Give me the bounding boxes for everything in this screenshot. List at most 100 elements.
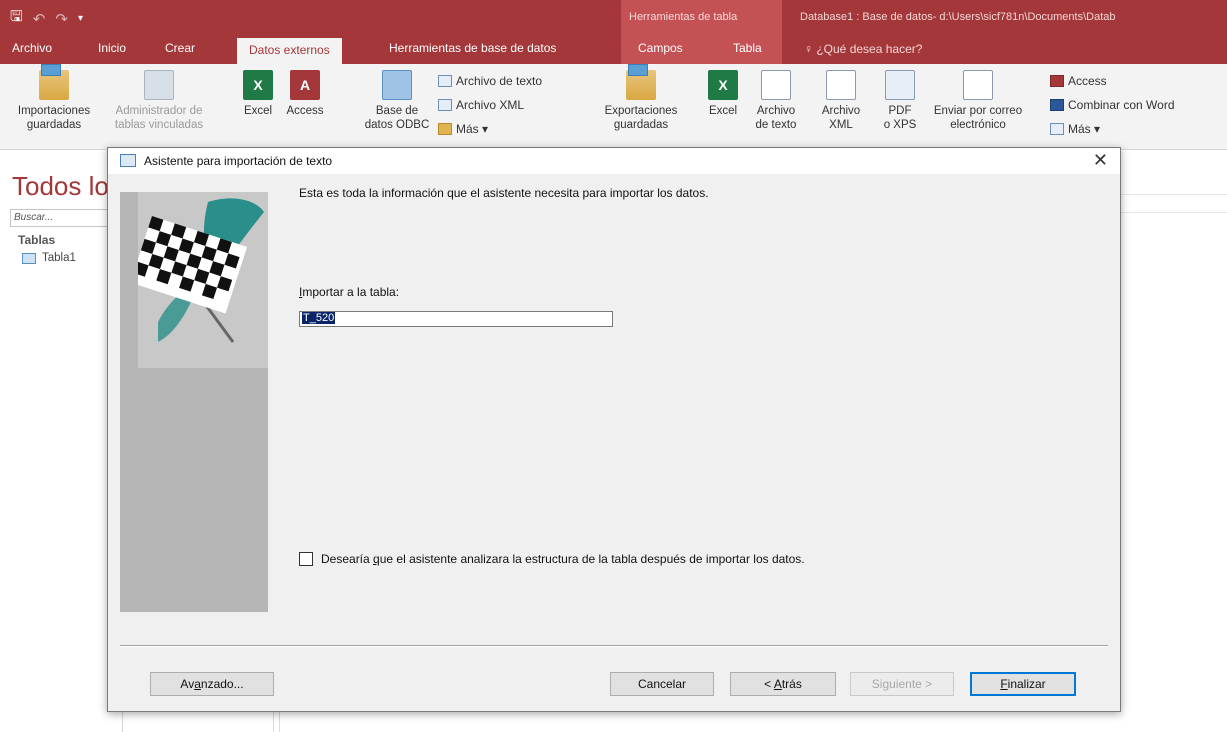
analyze-checkbox[interactable] (299, 552, 313, 566)
export-pdf-label-1: PDF (888, 105, 912, 117)
dialog-title-bar[interactable]: Asistente para importación de texto ✕ (108, 148, 1120, 174)
next-button[interactable]: Siguiente > (850, 672, 954, 696)
nav-group-tables[interactable]: Tablas (18, 233, 55, 247)
import-odbc-button[interactable]: Base de datos ODBC (362, 64, 432, 132)
export-access-label: Access (1068, 74, 1107, 88)
linked-table-manager-icon (144, 70, 174, 100)
tell-me-search[interactable]: ♀ ¿Qué desea hacer? (804, 42, 922, 56)
text-file-icon (438, 75, 452, 87)
save-icon[interactable]: 🖫 (10, 6, 23, 31)
advanced-label-key: a (194, 677, 201, 691)
title-bar: 🖫 ↶ ↷ ▾ Herramientas de tabla Database1 … (0, 0, 1227, 34)
nav-item-tabla1[interactable]: Tabla1 (22, 252, 76, 264)
merge-word-button[interactable]: Combinar con Word (1050, 98, 1175, 112)
checkered-flag-icon (130, 198, 264, 343)
cancel-button[interactable]: Cancelar (610, 672, 714, 696)
analyze-label-pre: Desearía (321, 552, 374, 566)
saved-exports-label-1: Exportaciones (604, 105, 678, 117)
import-table-input[interactable]: T_520 (299, 311, 613, 327)
import-more-label: Más ▾ (456, 122, 489, 136)
email-button[interactable]: Enviar por correo electrónico (928, 64, 1028, 132)
table-tools-label: Herramientas de tabla (629, 11, 738, 23)
dialog-separator (120, 645, 1108, 647)
odbc-label-1: Base de (375, 105, 419, 117)
import-access-button[interactable]: A Access (283, 64, 327, 118)
back-label-key: A (773, 677, 782, 691)
wizard-side-panel (120, 192, 268, 612)
import-table-label: Importar a la tabla: (299, 285, 399, 299)
table-icon (22, 252, 36, 264)
export-more-button[interactable]: Más ▾ (1050, 122, 1100, 136)
document-title: Database1 : Base de datos- d:\Users\sicf… (800, 11, 1116, 23)
email-label-2: electrónico (950, 119, 1006, 131)
export-xml-button[interactable]: Archivo XML (816, 64, 866, 132)
redo-icon[interactable]: ↷ (55, 10, 68, 28)
import-access-label: Access (286, 105, 324, 117)
more-export-icon (1050, 123, 1064, 135)
back-button[interactable]: < Atrás (730, 672, 836, 696)
tab-archivo[interactable]: Archivo (12, 41, 52, 55)
export-text-label-2: de texto (755, 119, 797, 131)
back-label-pre: < (764, 677, 774, 691)
saved-exports-label-2: guardadas (613, 119, 669, 131)
pdf-icon (885, 70, 915, 100)
export-more-label: Más ▾ (1068, 122, 1101, 136)
close-icon[interactable]: ✕ (1093, 150, 1108, 171)
export-excel-button[interactable]: X Excel (703, 64, 743, 118)
customize-qat-icon[interactable]: ▾ (78, 13, 83, 24)
import-table-value: T_520 (302, 312, 336, 324)
checkered-flag-image (130, 192, 268, 368)
export-pdf-button[interactable]: PDF o XPS (880, 64, 920, 132)
merge-word-label: Combinar con Word (1068, 98, 1175, 112)
email-icon (963, 70, 993, 100)
analyze-option[interactable]: Desearía que el asistente analizara la e… (299, 552, 805, 566)
advanced-button[interactable]: Avanzado... (150, 672, 274, 696)
saved-exports-button[interactable]: Exportaciones guardadas (596, 64, 686, 132)
import-excel-label: Excel (243, 105, 273, 117)
more-folder-icon (438, 123, 452, 135)
odbc-label-2: datos ODBC (364, 119, 430, 131)
analyze-label: Desearía que el asistente analizara la e… (321, 552, 805, 566)
ribbon-tabs: Archivo Inicio Crear Datos externos Herr… (0, 34, 1227, 64)
email-label-1: Enviar por correo (933, 105, 1023, 117)
text-import-wizard-dialog: Asistente para importación de texto ✕ Es… (107, 147, 1121, 712)
tab-datos-externos[interactable]: Datos externos (237, 38, 342, 64)
finish-button[interactable]: Finalizar (970, 672, 1076, 696)
finish-label-key: F (1000, 677, 1008, 691)
saved-exports-icon (626, 64, 656, 100)
tab-tabla[interactable]: Tabla (733, 41, 762, 55)
import-excel-button[interactable]: X Excel (240, 64, 276, 118)
tab-crear[interactable]: Crear (165, 41, 195, 55)
saved-imports-button[interactable]: Importaciones guardadas (6, 64, 102, 132)
analyze-label-rest: ue el asistente analizara la estructura … (379, 552, 805, 566)
nav-pane-title[interactable]: Todos lo (12, 171, 109, 202)
advanced-label-pre: Av (180, 677, 195, 691)
tab-herramientas-bd[interactable]: Herramientas de base de datos (389, 41, 556, 55)
text-export-icon (761, 70, 791, 100)
import-text-file-button[interactable]: Archivo de texto (438, 74, 542, 88)
export-text-button[interactable]: Archivo de texto (752, 64, 800, 132)
export-excel-label: Excel (708, 105, 738, 117)
analyze-label-accesskey: q (373, 552, 380, 566)
tab-campos[interactable]: Campos (638, 41, 683, 55)
dialog-title: Asistente para importación de texto (144, 154, 333, 168)
lightbulb-icon: ♀ (804, 42, 813, 56)
linked-table-manager-button[interactable]: Administrador de tablas vinculadas (104, 64, 214, 132)
access-export-icon (1050, 75, 1064, 87)
ribbon: Importaciones guardadas Administrador de… (0, 64, 1227, 150)
saved-imports-label-2: guardadas (26, 119, 82, 131)
import-xml-button[interactable]: Archivo XML (438, 98, 524, 112)
import-label-rest: mportar a la tabla: (302, 285, 400, 299)
export-xml-label-2: XML (829, 119, 853, 131)
undo-icon[interactable]: ↶ (33, 10, 46, 28)
import-more-button[interactable]: Más ▾ (438, 122, 488, 136)
advanced-label-rest: nzado... (200, 677, 244, 691)
export-access-button[interactable]: Access (1050, 74, 1107, 88)
access-icon: A (290, 70, 320, 100)
linked-table-label-1: Administrador de (115, 105, 203, 117)
xml-export-icon (826, 70, 856, 100)
saved-imports-icon (39, 64, 69, 100)
word-icon (1050, 99, 1064, 111)
tab-inicio[interactable]: Inicio (98, 41, 126, 55)
nav-search-input[interactable]: Buscar... (10, 209, 120, 227)
